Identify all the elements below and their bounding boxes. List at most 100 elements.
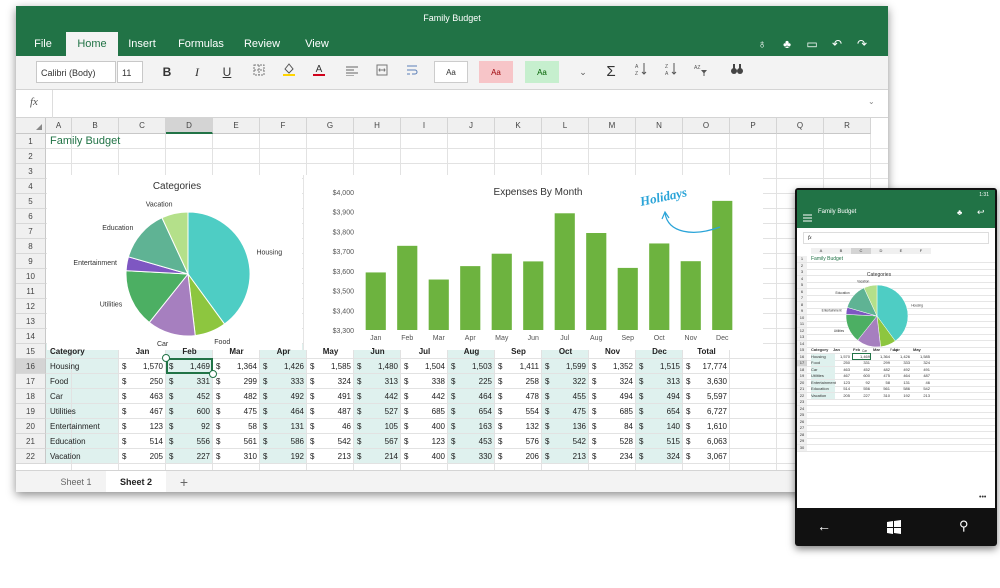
categories-pie-chart[interactable]: CategoriesHousingFoodCarUtilitiesEnterta… xyxy=(52,175,302,350)
styles-dropdown-icon[interactable]: ⌄ xyxy=(572,61,594,83)
column-header-a[interactable]: A xyxy=(46,118,72,134)
table-cell[interactable]: $105 xyxy=(354,419,401,434)
formula-input[interactable] xyxy=(56,94,856,114)
table-cell[interactable]: $136 xyxy=(542,419,589,434)
sheet-title-cell[interactable]: Family Budget xyxy=(50,134,120,149)
good-style-button[interactable]: Aa xyxy=(525,61,559,83)
phone-row-header[interactable]: 9 xyxy=(797,308,807,314)
phone-row-header[interactable]: 13 xyxy=(797,334,807,340)
row-header-22[interactable]: 22 xyxy=(16,449,46,464)
table-header-dec[interactable]: Dec xyxy=(636,344,683,359)
table-cell[interactable]: $58 xyxy=(213,419,260,434)
phone-row-header[interactable]: 10 xyxy=(797,314,807,321)
table-cell[interactable]: $1,504 xyxy=(401,359,448,374)
table-cell[interactable]: $453 xyxy=(448,434,495,449)
table-cell[interactable]: $576 xyxy=(495,434,542,449)
merge-cells-icon[interactable] xyxy=(371,61,393,83)
table-cell[interactable]: $464 xyxy=(448,389,495,404)
table-cell[interactable]: $330 xyxy=(448,449,495,464)
phone-column-header[interactable]: C xyxy=(851,248,871,254)
table-cell[interactable]: $554 xyxy=(495,404,542,419)
table-cell[interactable]: $84 xyxy=(589,419,636,434)
phone-row-header[interactable]: 4 xyxy=(797,275,807,282)
row-header-11[interactable]: 11 xyxy=(16,284,46,299)
table-cell[interactable]: $1,503 xyxy=(448,359,495,374)
table-cell[interactable]: $310 xyxy=(213,449,260,464)
row-header-12[interactable]: 12 xyxy=(16,299,46,314)
table-cell[interactable]: $455 xyxy=(542,389,589,404)
column-header-b[interactable]: B xyxy=(72,118,119,134)
table-cell[interactable]: $528 xyxy=(589,434,636,449)
phone-row-header[interactable]: 14 xyxy=(797,340,807,347)
phone-row-header[interactable]: 2 xyxy=(797,262,807,269)
table-cell[interactable]: $123 xyxy=(401,434,448,449)
table-cell[interactable]: $140 xyxy=(636,419,683,434)
phone-row-header[interactable]: 21 xyxy=(797,386,807,392)
table-header-mar[interactable]: Mar xyxy=(213,344,260,359)
phone-row-header[interactable]: 28 xyxy=(797,431,807,438)
column-header-q[interactable]: Q xyxy=(777,118,824,134)
table-cell[interactable]: $250 xyxy=(119,374,166,389)
spreadsheet-grid[interactable]: Categories Housing Food Car Utilities Enterta… xyxy=(16,118,888,470)
phone-row-header[interactable]: 26 xyxy=(797,418,807,425)
table-cell[interactable]: $3,067 xyxy=(683,449,730,464)
column-header-j[interactable]: J xyxy=(448,118,495,134)
tab-formulas[interactable]: Formulas xyxy=(172,32,230,56)
table-cell[interactable]: $6,727 xyxy=(683,404,730,419)
phone-row-header[interactable]: 6 xyxy=(797,288,807,295)
table-cell[interactable]: $515 xyxy=(636,434,683,449)
undo-icon[interactable]: ↶ xyxy=(829,36,845,52)
table-cell[interactable]: $234 xyxy=(589,449,636,464)
phone-row-header[interactable]: 19 xyxy=(797,373,807,379)
row-header-13[interactable]: 13 xyxy=(16,314,46,329)
table-cell[interactable]: $333 xyxy=(260,374,307,389)
bad-style-button[interactable]: Aa xyxy=(479,61,513,83)
table-cell[interactable]: $586 xyxy=(260,434,307,449)
table-cell[interactable]: $1,515 xyxy=(636,359,683,374)
table-cell[interactable]: $542 xyxy=(542,434,589,449)
expenses-bar-chart[interactable]: Expenses By Month $3,300 $3,400 $3,500 $3,60… xyxy=(308,175,763,350)
table-cell[interactable]: $313 xyxy=(636,374,683,389)
table-cell[interactable]: $313 xyxy=(354,374,401,389)
row-header-3[interactable]: 3 xyxy=(16,164,46,179)
table-cell[interactable]: $1,480 xyxy=(354,359,401,374)
column-header-k[interactable]: K xyxy=(495,118,542,134)
phone-column-header[interactable]: F xyxy=(911,248,931,254)
underline-button[interactable]: U xyxy=(216,61,238,83)
table-cell[interactable]: $561 xyxy=(213,434,260,449)
table-cell[interactable]: $527 xyxy=(354,404,401,419)
column-header-c[interactable]: C xyxy=(119,118,166,134)
phone-row-header[interactable]: 27 xyxy=(797,425,807,431)
table-cell[interactable]: $1,610 xyxy=(683,419,730,434)
table-cell[interactable]: $1,364 xyxy=(213,359,260,374)
hamburger-menu-icon[interactable] xyxy=(803,209,812,227)
row-header-6[interactable]: 6 xyxy=(16,209,46,224)
table-cell[interactable]: $492 xyxy=(260,389,307,404)
table-cell[interactable]: $463 xyxy=(119,389,166,404)
table-cell-category[interactable]: Housing xyxy=(50,359,79,374)
phone-row-header[interactable]: 23 xyxy=(797,399,807,405)
row-header-9[interactable]: 9 xyxy=(16,254,46,269)
column-header-p[interactable]: P xyxy=(730,118,777,134)
font-color-icon[interactable]: A xyxy=(308,61,330,83)
table-cell[interactable]: $3,630 xyxy=(683,374,730,389)
phone-row-header[interactable]: 18 xyxy=(797,366,807,373)
table-cell[interactable]: $1,411 xyxy=(495,359,542,374)
table-cell[interactable]: $227 xyxy=(166,449,213,464)
phone-row-header[interactable]: 30 xyxy=(797,444,807,451)
add-sheet-button[interactable]: + xyxy=(174,471,194,492)
row-header-1[interactable]: 1 xyxy=(16,134,46,149)
table-header-sep[interactable]: Sep xyxy=(495,344,542,359)
table-cell[interactable]: $123 xyxy=(119,419,166,434)
table-cell[interactable]: $258 xyxy=(495,374,542,389)
sort-ascending-icon[interactable]: AZ xyxy=(630,61,652,83)
row-header-18[interactable]: 18 xyxy=(16,389,46,404)
table-header-jan[interactable]: Jan xyxy=(119,344,166,359)
share-icon[interactable]: ♣ xyxy=(779,36,795,52)
column-header-n[interactable]: N xyxy=(636,118,683,134)
table-cell[interactable]: $205 xyxy=(119,449,166,464)
selection-handle-bottom[interactable] xyxy=(209,370,217,378)
row-header-7[interactable]: 7 xyxy=(16,224,46,239)
sort-descending-icon[interactable]: ZA xyxy=(660,61,682,83)
row-header-17[interactable]: 17 xyxy=(16,374,46,389)
